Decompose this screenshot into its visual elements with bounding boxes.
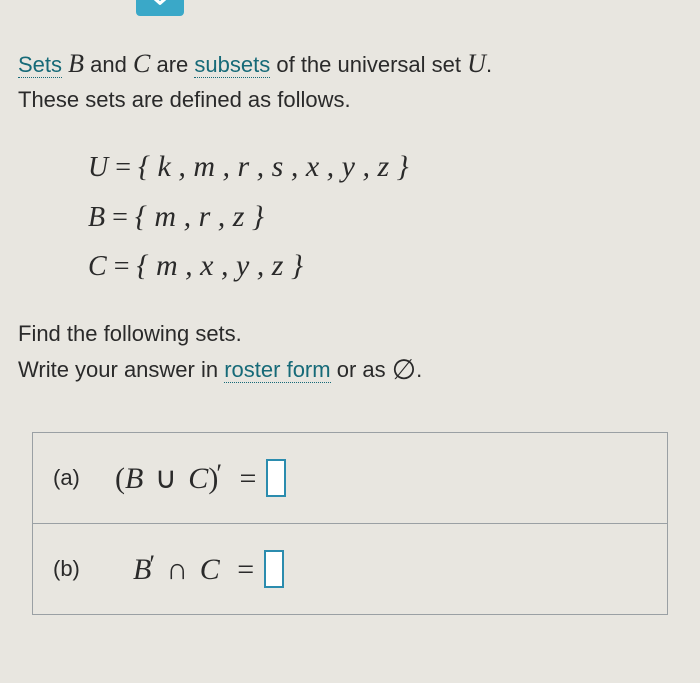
text: . (486, 52, 492, 77)
text: are (156, 52, 188, 77)
def-u: U = { k , m , r , s , x , y , z } (88, 142, 682, 192)
answer-table: (a) (B ∪ C)′ = (b) B′ ∩ C = (32, 432, 668, 615)
var-b: B (68, 49, 84, 78)
collapse-chevron-button[interactable] (136, 0, 184, 16)
text: or as (337, 357, 386, 382)
text: Write your answer in (18, 357, 218, 382)
text: and (90, 52, 127, 77)
intersect-op: ∩ (167, 553, 189, 586)
part-b-row: (b) B′ ∩ C = (33, 523, 667, 614)
rhs: { m , x , y , z } (136, 249, 302, 282)
part-a-label: (a) (53, 465, 97, 491)
part-b-expression: B′ ∩ C = (133, 550, 264, 587)
var-c: C (200, 553, 220, 586)
var-c: C (133, 49, 150, 78)
part-a-input[interactable] (266, 459, 286, 497)
link-sets[interactable]: Sets (18, 52, 62, 78)
lhs: C (88, 251, 107, 282)
link-roster-form[interactable]: roster form (224, 357, 330, 383)
problem-intro: Sets B and C are subsets of the universa… (18, 44, 682, 116)
intro-line2: These sets are defined as follows. (18, 87, 351, 112)
rhs: { m , r , z } (135, 200, 264, 233)
def-b: B = { m , r , z } (88, 192, 682, 242)
chevron-down-icon (147, 0, 173, 7)
lhs: U (88, 152, 108, 183)
link-subsets[interactable]: subsets (194, 52, 270, 78)
part-a-expression: (B ∪ C)′ = (115, 459, 266, 496)
def-c: C = { m , x , y , z } (88, 241, 682, 291)
union-op: ∪ (155, 462, 177, 495)
part-b-label: (b) (53, 556, 97, 582)
part-b-input[interactable] (264, 550, 284, 588)
equals: = (237, 553, 254, 586)
prime: ′ (216, 459, 222, 488)
var-c: C (188, 462, 208, 495)
instr-line1: Find the following sets. (18, 317, 682, 350)
set-definitions: U = { k , m , r , s , x , y , z } B = { … (88, 142, 682, 291)
var-u: U (467, 49, 486, 78)
var-b: B (125, 462, 143, 495)
rhs: { k , m , r , s , x , y , z } (138, 150, 409, 183)
part-a-row: (a) (B ∪ C)′ = (33, 433, 667, 523)
text: of the universal set (276, 52, 461, 77)
text: . (416, 357, 422, 382)
prime: ′ (149, 550, 155, 579)
lparen: ( (115, 462, 125, 495)
lhs: B (88, 202, 105, 233)
equals: = (240, 462, 257, 495)
instructions: Find the following sets. Write your answ… (18, 317, 682, 392)
empty-set-symbol: ∅ (392, 355, 416, 386)
